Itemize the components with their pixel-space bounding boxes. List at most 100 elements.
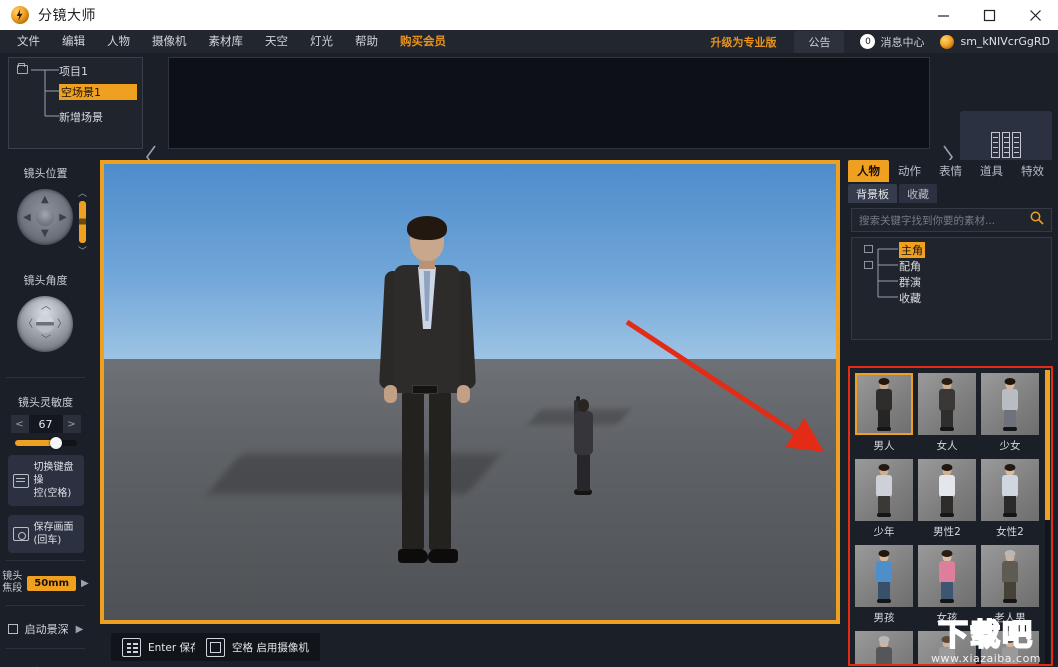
project-tree[interactable]: 项目1 空场景1 新增场景 (8, 57, 143, 149)
asset-thumbnail[interactable] (918, 545, 976, 607)
character-main[interactable] (372, 216, 482, 574)
asset-thumbnail[interactable] (855, 373, 913, 435)
tree-node-scene-selected[interactable]: 空场景1 (59, 84, 137, 100)
menu-item-edit[interactable]: 编辑 (51, 30, 96, 53)
category-favorites[interactable]: 收藏 (899, 290, 921, 306)
angle-down-icon[interactable]: ﹀ (41, 336, 51, 346)
angle-left-icon[interactable]: 〈 (23, 320, 33, 330)
angle-up-icon[interactable]: ︿ (41, 302, 51, 312)
menu-item-buy-membership[interactable]: 购买会员 (389, 30, 457, 53)
scene-viewport[interactable] (100, 160, 840, 624)
upgrade-pro-link[interactable]: 升级为专业版 (710, 34, 776, 50)
asset-category-tree[interactable]: 主角 配角 群演 收藏 (851, 237, 1052, 340)
search-input[interactable]: 搜索关键字找到你要的素材... (859, 213, 1030, 228)
sensitivity-decrease-button[interactable]: < (10, 415, 29, 433)
asset-thumbnail[interactable] (855, 459, 913, 521)
camera-position-section: 镜头位置 ▲ ▼ ◀ ▶ ︿ ﹀ (0, 156, 91, 263)
asset-item[interactable]: 女性2 (981, 459, 1039, 539)
asset-thumbnail[interactable] (981, 373, 1039, 435)
menu-item-file[interactable]: 文件 (6, 30, 51, 53)
tree-node-project[interactable]: 项目1 (59, 63, 88, 79)
menu-item-sky[interactable]: 天空 (254, 30, 299, 53)
tab-effect[interactable]: 特效 (1012, 160, 1053, 182)
notice-button[interactable]: 公告 (794, 30, 845, 53)
height-slider-track[interactable] (79, 201, 86, 243)
category-expander-support[interactable] (864, 261, 873, 269)
dpad-center[interactable] (36, 208, 54, 226)
subtab-backdrop[interactable]: 背景板 (848, 184, 897, 203)
viewport-action-bar: Enter 保存镜头 空格 启用摄像机 (100, 628, 840, 667)
angle-center[interactable] (36, 315, 54, 333)
depth-of-field-checkbox[interactable] (7, 624, 18, 634)
search-icon[interactable] (1030, 211, 1044, 229)
menu-item-camera[interactable]: 摄像机 (141, 30, 198, 53)
menu-item-light[interactable]: 灯光 (299, 30, 344, 53)
menu-item-asset-library[interactable]: 素材库 (198, 30, 255, 53)
sensitivity-increase-button[interactable]: > (62, 415, 81, 433)
close-button[interactable] (1012, 0, 1058, 30)
tree-node-add-scene[interactable]: 新增场景 (59, 109, 103, 125)
storyboard-filmstrip[interactable] (168, 57, 930, 149)
tab-action[interactable]: 动作 (889, 160, 930, 182)
dpad-left-icon[interactable]: ◀ (23, 213, 31, 223)
scrollbar-thumb[interactable] (1045, 370, 1050, 520)
focal-length-value[interactable]: 50mm (27, 575, 77, 591)
asset-item[interactable]: 女人 (918, 373, 976, 453)
asset-thumbnail[interactable] (981, 459, 1039, 521)
focal-length-row[interactable]: 镜头 焦段 50mm ▶ (0, 568, 91, 598)
tab-character[interactable]: 人物 (848, 160, 889, 182)
asset-item[interactable]: 男孩 (855, 545, 913, 625)
asset-item[interactable] (855, 631, 913, 664)
asset-thumbnail[interactable] (981, 545, 1039, 607)
asset-thumbnail[interactable] (918, 459, 976, 521)
asset-thumbnail[interactable] (918, 373, 976, 435)
sensitivity-value[interactable]: 67 (28, 415, 63, 433)
maximize-button[interactable] (966, 0, 1012, 30)
camera-position-dpad[interactable]: ▲ ▼ ◀ ▶ (17, 189, 73, 245)
category-supporting-role[interactable]: 配角 (899, 258, 921, 274)
asset-thumbnail[interactable] (855, 631, 913, 664)
asset-item[interactable]: 少女 (981, 373, 1039, 453)
category-connector-lines (877, 248, 898, 298)
asset-item[interactable]: 少年 (855, 459, 913, 539)
sensitivity-slider-knob[interactable] (50, 437, 63, 449)
height-up-icon[interactable]: ︿ (76, 187, 89, 199)
depth-of-field-row[interactable]: 启动景深 ▶ (0, 613, 91, 641)
asset-item[interactable]: 男性2 (918, 459, 976, 539)
dpad-right-icon[interactable]: ▶ (59, 213, 67, 223)
asset-search-box[interactable]: 搜索关键字找到你要的素材... (851, 208, 1052, 232)
dpad-up-icon[interactable]: ▲ (41, 195, 49, 205)
save-frame-label: 保存画面 (回车) (33, 522, 74, 546)
category-extras[interactable]: 群演 (899, 274, 921, 290)
message-center-button[interactable]: 0 消息中心 (860, 34, 924, 50)
rail-divider-2 (6, 560, 85, 561)
menu-item-help[interactable]: 帮助 (344, 30, 389, 53)
height-down-icon[interactable]: ﹀ (76, 245, 89, 257)
camera-angle-section: 镜头角度 ︿ ﹀ 〈 〉 (0, 263, 91, 370)
category-expander-lead[interactable] (864, 245, 873, 253)
tab-prop[interactable]: 道具 (971, 160, 1012, 182)
enable-camera-button[interactable]: 空格 启用摄像机 (195, 633, 320, 661)
asset-thumbnail[interactable] (855, 545, 913, 607)
depth-of-field-expand-icon[interactable]: ▶ (76, 624, 84, 635)
character-secondary[interactable] (569, 399, 597, 495)
category-lead-role[interactable]: 主角 (899, 242, 925, 258)
tab-expression[interactable]: 表情 (930, 160, 971, 182)
camera-height-slider[interactable]: ︿ ﹀ (76, 187, 89, 257)
asset-item[interactable]: 男人 (855, 373, 913, 453)
user-account[interactable]: sm_kNIVcrGgRD (940, 34, 1050, 49)
angle-right-icon[interactable]: 〉 (57, 320, 67, 330)
sensitivity-slider[interactable] (14, 437, 77, 449)
toggle-keyboard-control-button[interactable]: 切换键盘操 控(空格) (7, 455, 84, 506)
message-center-label: 消息中心 (880, 35, 925, 49)
asset-item[interactable]: 老人男 (981, 545, 1039, 625)
minimize-button[interactable] (920, 0, 966, 30)
focal-length-expand-icon[interactable]: ▶ (81, 578, 89, 589)
asset-item[interactable]: 女孩 (918, 545, 976, 625)
menu-item-character[interactable]: 人物 (96, 30, 141, 53)
dpad-down-icon[interactable]: ▼ (41, 229, 49, 239)
save-frame-button[interactable]: 保存画面 (回车) (7, 515, 84, 553)
subtab-favorites[interactable]: 收藏 (899, 184, 937, 203)
camera-angle-dpad[interactable]: ︿ ﹀ 〈 〉 (17, 296, 73, 352)
rail-divider-1 (6, 377, 85, 378)
